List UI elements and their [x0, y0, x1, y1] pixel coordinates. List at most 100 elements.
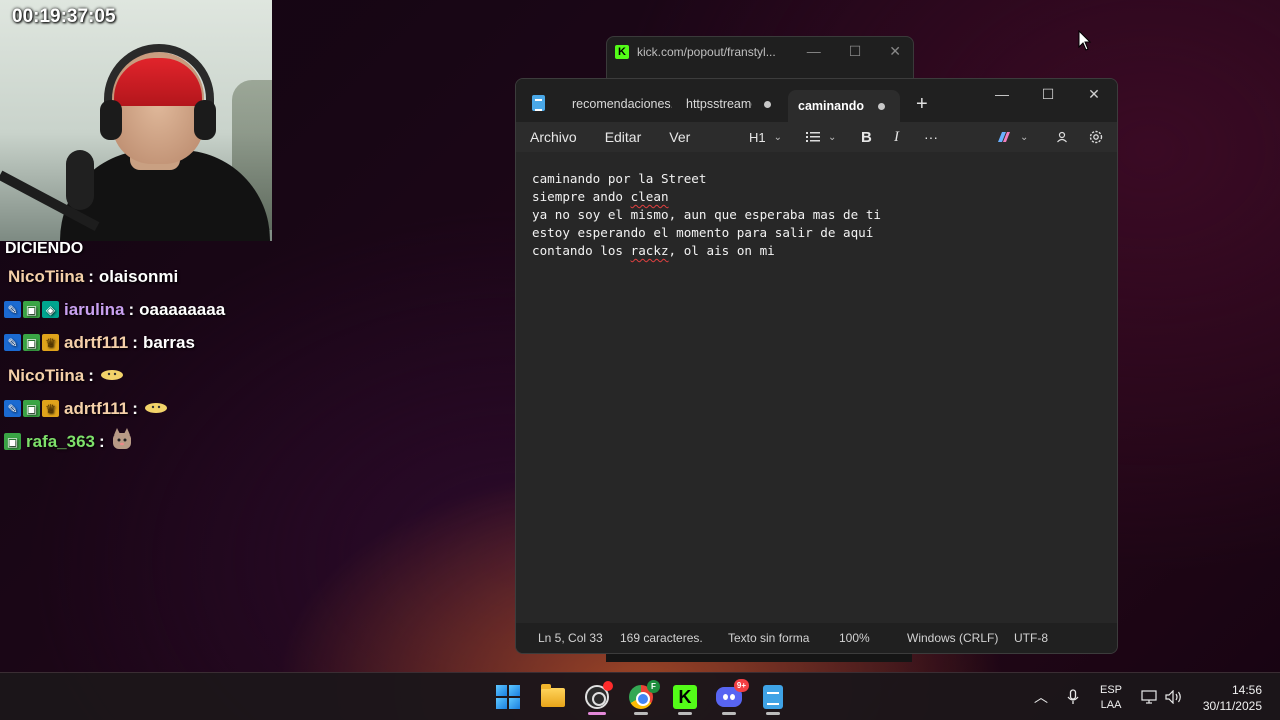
unsaved-dot-icon [764, 100, 771, 108]
chat-username: iarulina [64, 299, 125, 319]
text-editor-area[interactable]: caminando por la Street siempre ando cle… [516, 152, 1117, 625]
tab-httpsstreame[interactable]: httpsstreame [676, 90, 780, 118]
chevron-down-icon: ⌄ [773, 131, 783, 143]
editor-line: contando los rackz, ol ais on mi [532, 243, 775, 258]
char-count: 169 caracteres. [620, 631, 703, 645]
list-icon [806, 132, 820, 142]
chat-username: NicoTiina [8, 365, 85, 385]
status-bar: Ln 5, Col 33 169 caracteres. Texto sin f… [516, 623, 1117, 653]
windows-start-icon[interactable] [494, 683, 522, 711]
notepad-titlebar[interactable]: recomendaciones.t httpsstreame caminando… [516, 79, 1117, 122]
chat-text: oaaaaaaaa [139, 299, 226, 319]
moderator-badge-icon: ✎ [4, 400, 21, 417]
chat-badges: ✎ ▣ ♛ [4, 400, 59, 417]
recording-indicator-icon [603, 681, 613, 691]
notepad-window[interactable]: recomendaciones.t httpsstreame caminando… [515, 78, 1118, 654]
copilot-icon [998, 132, 1010, 142]
webcam-overlay: 00:19:37:05 [0, 0, 272, 241]
settings-gear-icon[interactable] [1088, 122, 1104, 152]
clock-time: 14:56 [1231, 683, 1262, 697]
spellcheck-word[interactable]: clean [631, 189, 669, 204]
chat-text: barras [142, 332, 195, 352]
maximize-icon[interactable]: ☐ [1025, 79, 1071, 109]
minimize-icon[interactable]: — [979, 79, 1025, 109]
subscriber-badge-icon: ▣ [23, 301, 40, 318]
menu-archivo[interactable]: Archivo [516, 129, 591, 145]
menu-editar[interactable]: Editar [591, 129, 656, 145]
notepad-app-icon [532, 95, 545, 111]
editor-line: ya no soy el mismo, aun que esperaba mas… [532, 207, 881, 222]
chevron-down-icon: ⌄ [828, 131, 837, 143]
close-icon[interactable]: ✕ [1071, 79, 1117, 109]
show-hidden-icons-chevron-icon[interactable]: ︿ [1034, 673, 1048, 720]
zoom-level[interactable]: 100% [839, 631, 870, 645]
mouse-cursor-icon [1078, 30, 1092, 51]
volume-icon[interactable] [1165, 673, 1183, 720]
kick-app-icon[interactable]: K [671, 683, 699, 715]
stream-timer: 00:19:37:05 [12, 6, 116, 27]
format-indicator[interactable]: Texto sin forma [728, 631, 814, 645]
subscriber-badge-icon: ▣ [23, 400, 40, 417]
crown-badge-icon: ♛ [42, 334, 59, 351]
tab-caminando-active[interactable]: caminando p [788, 90, 900, 122]
chat-message: ✎ ▣ ♛ adrtf111 : [0, 392, 260, 425]
more-options-icon[interactable]: ··· [924, 122, 938, 152]
encoding[interactable]: UTF-8 [1014, 631, 1048, 645]
cursor-position: Ln 5, Col 33 [538, 631, 603, 645]
headset-earcup-right [194, 100, 216, 140]
crown-badge-icon: ♛ [42, 400, 59, 417]
chat-message: NicoTiina : olaisonmi [8, 266, 179, 286]
gift-badge-icon: ◈ [42, 301, 59, 318]
heading-dropdown[interactable]: H1 ⌄ [749, 122, 782, 152]
chat-username: adrtf111 [64, 398, 129, 418]
copilot-dropdown[interactable]: ⌄ [996, 122, 1028, 152]
system-clock[interactable]: 14:56 30/11/2025 [1203, 682, 1262, 714]
chat-username: NicoTiina [8, 266, 85, 286]
chrome-icon[interactable]: F [627, 680, 660, 715]
editor-line: siempre ando clean [532, 189, 669, 204]
minimize-icon[interactable]: — [807, 43, 821, 60]
notepad-taskbar-icon[interactable] [759, 683, 787, 715]
input-language[interactable]: ESP LAA [1100, 683, 1122, 713]
account-icon[interactable] [1056, 122, 1068, 152]
chat-text: olaisonmi [98, 266, 179, 286]
chat-message: NicoTiina : [0, 359, 260, 392]
new-tab-plus-icon[interactable]: + [916, 93, 928, 116]
italic-icon[interactable]: I [894, 122, 899, 152]
bold-icon[interactable]: B [861, 122, 872, 152]
discord-notification-badge: 9+ [733, 679, 749, 692]
chat-message: ▣ rafa_363 : [0, 425, 260, 458]
kick-popout-window[interactable]: K kick.com/popout/franstyl... — ☐ ✕ [606, 36, 914, 80]
chrome-profile-badge: F [647, 680, 660, 693]
spellcheck-word[interactable]: rackz [631, 243, 669, 258]
chat-badges: ✎ ▣ ◈ [4, 301, 59, 318]
microphone-icon[interactable] [1067, 673, 1079, 720]
editor-line: estoy esperando el momento para salir de… [532, 225, 874, 240]
chat-message: ✎ ▣ ◈ iarulina : oaaaaaaaa [0, 293, 260, 326]
discord-icon[interactable]: 9+ [715, 679, 749, 715]
unsaved-dot-icon [878, 102, 885, 110]
chat-badges: ▣ [4, 433, 21, 450]
list-dropdown[interactable]: ⌄ [806, 122, 836, 152]
obs-studio-icon[interactable] [583, 681, 613, 715]
maximize-icon[interactable]: ☐ [849, 43, 862, 60]
file-explorer-icon[interactable] [539, 683, 567, 711]
moderator-badge-icon: ✎ [4, 334, 21, 351]
taskbar: F K 9+ ︿ ESP LAA 14:56 30/11/2025 [0, 672, 1280, 720]
kick-window-title: kick.com/popout/franstyl... [637, 45, 776, 59]
subscriber-badge-icon: ▣ [23, 334, 40, 351]
chat-badges: ✎ ▣ ♛ [4, 334, 59, 351]
headset-earcup-left [100, 100, 122, 140]
editor-line: caminando por la Street [532, 171, 707, 186]
line-ending[interactable]: Windows (CRLF) [907, 631, 998, 645]
moderator-badge-icon: ✎ [4, 301, 21, 318]
kick-logo-icon: K [615, 45, 629, 59]
chat-username: adrtf111 [64, 332, 129, 352]
tab-recomendaciones[interactable]: recomendaciones.t [562, 90, 674, 118]
menu-ver[interactable]: Ver [655, 129, 704, 145]
network-icon[interactable] [1141, 673, 1157, 720]
close-icon[interactable]: ✕ [889, 43, 901, 60]
chat-username: rafa_363 [26, 431, 96, 451]
chat-header: DICIENDO [5, 240, 84, 257]
clock-date: 30/11/2025 [1202, 699, 1262, 713]
